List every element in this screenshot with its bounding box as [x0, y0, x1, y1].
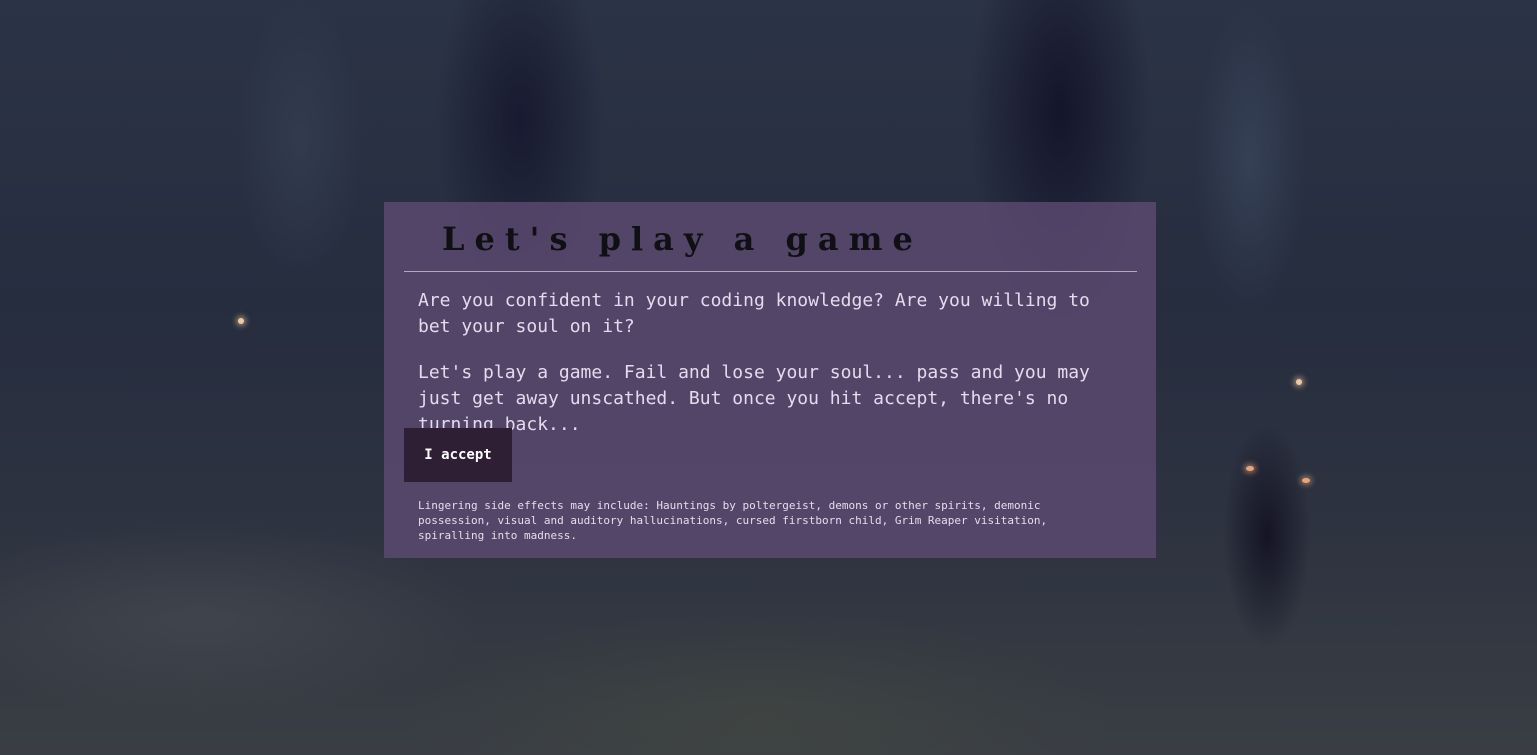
glowing-eye-right — [1302, 478, 1310, 483]
title-divider — [404, 271, 1137, 272]
intro-paragraph-2: Let's play a game. Fail and lose your so… — [418, 362, 1090, 435]
dialog-title: Let's play a game — [442, 220, 923, 258]
accept-button[interactable]: I accept — [404, 428, 512, 482]
distant-light-left — [238, 318, 244, 324]
distant-light-right — [1296, 379, 1302, 385]
glowing-eye-left — [1246, 466, 1254, 471]
side-effects-disclaimer: Lingering side effects may include: Haun… — [418, 499, 1048, 542]
intro-paragraph-1: Are you confident in your coding knowled… — [418, 290, 1090, 337]
shadow-figure — [1212, 385, 1327, 685]
game-intro-dialog: Let's play a game Are you confident in y… — [384, 202, 1156, 558]
